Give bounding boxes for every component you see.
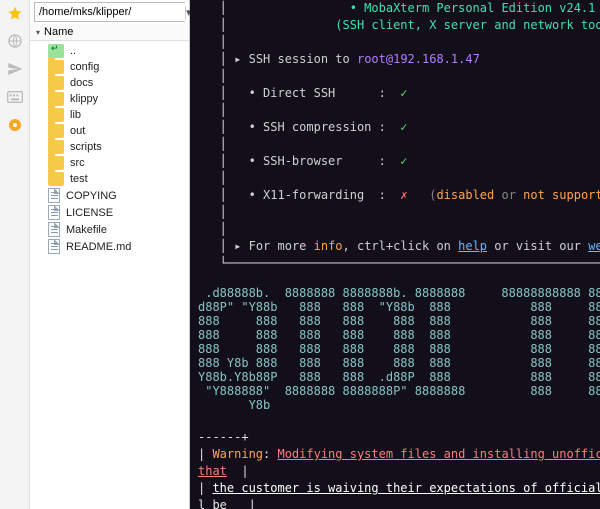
file lines-icon: [48, 205, 60, 220]
tree-item-label: out: [70, 125, 85, 137]
folder-icon: [48, 140, 64, 154]
path-input[interactable]: [35, 3, 185, 21]
folder-icon: [48, 124, 64, 138]
star-icon[interactable]: [6, 4, 24, 22]
file lines-icon: [48, 222, 60, 237]
sidebar-tool-strip: [0, 0, 30, 509]
help-link[interactable]: help: [458, 239, 487, 253]
file lines-icon: [48, 188, 60, 203]
terminal[interactable]: │ • MobaXterm Personal Edition v24.1 • │…: [190, 0, 600, 509]
tree-item-label: LICENSE: [66, 207, 113, 219]
tree-folder[interactable]: test: [30, 171, 189, 187]
keyboard-icon[interactable]: [6, 88, 24, 106]
tree-item-label: config: [70, 61, 99, 73]
session-prefix: SSH session to: [249, 52, 357, 66]
tree-file[interactable]: README.md: [30, 238, 189, 255]
tree-item-label: klippy: [70, 93, 98, 105]
sftp-browser: ▾ ▾ Name .. config docs klippy lib out scripts…: [30, 0, 190, 509]
tree-item-label: ..: [70, 45, 76, 57]
tree-file[interactable]: LICENSE: [30, 204, 189, 221]
folder-icon: [48, 108, 64, 122]
folder-icon: [48, 60, 64, 74]
tree-item-label: scripts: [70, 141, 102, 153]
tree-item-label: lib: [70, 109, 81, 121]
file lines-icon: [48, 239, 60, 254]
tree-item-label: src: [70, 157, 85, 169]
folder-icon: [48, 92, 64, 106]
folder-icon: [48, 76, 64, 90]
session-target: root@192.168.1.47: [357, 52, 480, 66]
website-link[interactable]: website: [588, 239, 600, 253]
tree-file[interactable]: COPYING: [30, 187, 189, 204]
tree-file[interactable]: Makefile: [30, 221, 189, 238]
tree-item-label: docs: [70, 77, 93, 89]
ascii-logo: .d88888b. 8888888 8888888b. 8888888 8888…: [198, 272, 600, 412]
column-name-label: Name: [44, 26, 73, 38]
column-header[interactable]: ▾ Name: [30, 24, 189, 41]
send-icon[interactable]: [6, 60, 24, 78]
more-info: info: [314, 239, 343, 253]
more-pre: For more: [249, 239, 314, 253]
banner-subtitle: (SSH client, X server and network tools): [335, 18, 600, 32]
file-tree: .. config docs klippy lib out scripts src test CO…: [30, 41, 189, 509]
tree-item-label: test: [70, 173, 88, 185]
folder-icon: [48, 156, 64, 170]
path-bar: ▾: [34, 2, 185, 22]
banner-title: • MobaXterm Personal Edition v24.1 •: [350, 1, 600, 15]
disc-icon[interactable]: [6, 116, 24, 134]
warning-block: ------+ | Warning: Modifying system file…: [198, 412, 600, 509]
up-icon: [48, 44, 64, 58]
folder-icon: [48, 172, 64, 186]
tree-item-label: COPYING: [66, 190, 117, 202]
tree-item-label: Makefile: [66, 224, 107, 236]
sort-icon: ▾: [36, 28, 40, 37]
tree-item-label: README.md: [66, 241, 131, 253]
globe-icon[interactable]: [6, 32, 24, 50]
